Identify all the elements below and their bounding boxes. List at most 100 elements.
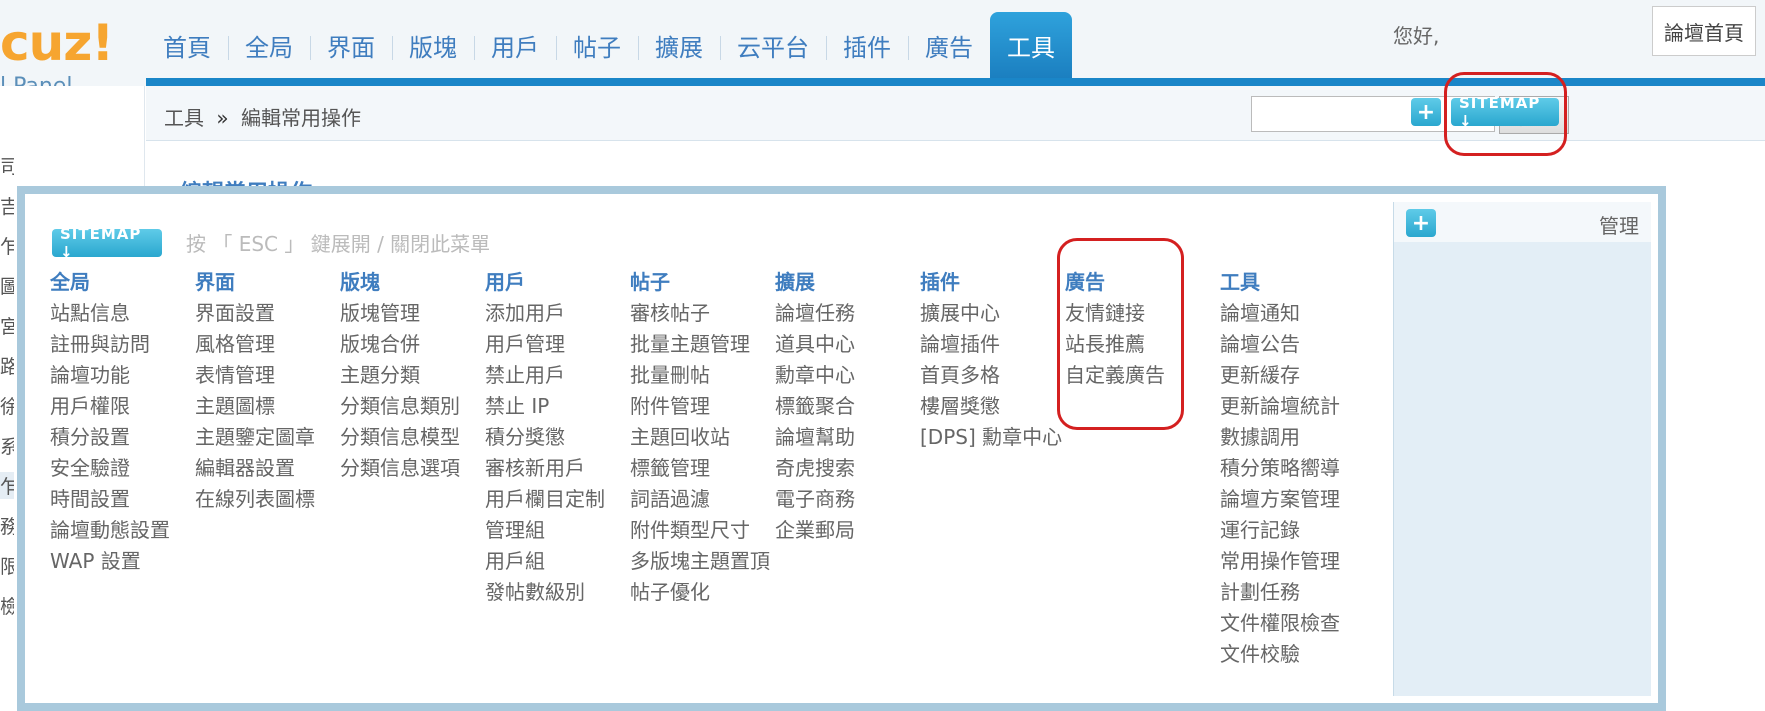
column-title[interactable]: 全局 bbox=[50, 266, 190, 298]
forum-home-button[interactable]: 論壇首頁 bbox=[1652, 6, 1756, 56]
nav-forum[interactable]: 版塊 bbox=[392, 12, 474, 78]
sitemap-link[interactable]: 審核帖子 bbox=[630, 298, 770, 329]
sitemap-link[interactable]: 附件類型尺寸 bbox=[630, 515, 770, 546]
sitemap-link[interactable]: 詞語過濾 bbox=[630, 484, 770, 515]
sitemap-link[interactable]: 分類信息模型 bbox=[340, 422, 480, 453]
sidebar-item[interactable]: 徐管 bbox=[0, 392, 14, 419]
sitemap-link[interactable]: 勳章中心 bbox=[775, 360, 915, 391]
sitemap-link[interactable]: 計劃任務 bbox=[1220, 577, 1360, 608]
sidebar-item[interactable]: 宮 bbox=[0, 312, 14, 339]
nav-interface[interactable]: 界面 bbox=[310, 12, 392, 78]
nav-cloud[interactable]: 云平台 bbox=[720, 12, 826, 78]
sitemap-link[interactable]: 文件校驗 bbox=[1220, 639, 1360, 670]
sitemap-link[interactable]: 分類信息選項 bbox=[340, 453, 480, 484]
sitemap-link[interactable]: 管理組 bbox=[485, 515, 625, 546]
column-title[interactable]: 用戶 bbox=[485, 266, 625, 298]
sitemap-link[interactable]: 版塊管理 bbox=[340, 298, 480, 329]
sitemap-link[interactable]: 論壇插件 bbox=[920, 329, 1060, 360]
column-title[interactable]: 工具 bbox=[1220, 266, 1360, 298]
sitemap-link[interactable]: 分類信息類別 bbox=[340, 391, 480, 422]
sitemap-link[interactable]: 積分獎懲 bbox=[485, 422, 625, 453]
sitemap-link[interactable]: 安全驗證 bbox=[50, 453, 190, 484]
sitemap-link[interactable]: 積分設置 bbox=[50, 422, 190, 453]
sidebar-item[interactable]: 吉 bbox=[0, 192, 14, 219]
nav-home[interactable]: 首頁 bbox=[146, 12, 228, 78]
sitemap-link[interactable]: 運行記錄 bbox=[1220, 515, 1360, 546]
nav-global[interactable]: 全局 bbox=[228, 12, 310, 78]
sidebar-item[interactable]: 乍 bbox=[0, 232, 14, 259]
sitemap-link[interactable]: 表情管理 bbox=[195, 360, 335, 391]
sitemap-link[interactable]: 編輯器設置 bbox=[195, 453, 335, 484]
sitemap-link[interactable]: 用戶組 bbox=[485, 546, 625, 577]
sitemap-link[interactable]: 批量主題管理 bbox=[630, 329, 770, 360]
sitemap-link[interactable]: 主題分類 bbox=[340, 360, 480, 391]
sidebar-item[interactable]: 務 bbox=[0, 512, 14, 539]
sitemap-link[interactable]: 用戶欄目定制 bbox=[485, 484, 625, 515]
sitemap-link[interactable]: 在線列表圖標 bbox=[195, 484, 335, 515]
sitemap-link[interactable]: 文件權限檢查 bbox=[1220, 608, 1360, 639]
sitemap-link[interactable]: 添加用戶 bbox=[485, 298, 625, 329]
sitemap-link[interactable]: 用戶管理 bbox=[485, 329, 625, 360]
sitemap-link[interactable]: 論壇公告 bbox=[1220, 329, 1360, 360]
sitemap-link[interactable]: 界面設置 bbox=[195, 298, 335, 329]
sitemap-link[interactable]: 企業郵局 bbox=[775, 515, 915, 546]
sitemap-link[interactable]: 論壇幫助 bbox=[775, 422, 915, 453]
sitemap-link[interactable]: 電子商務 bbox=[775, 484, 915, 515]
sitemap-link[interactable]: 論壇動態設置 bbox=[50, 515, 190, 546]
sitemap-link[interactable]: 風格管理 bbox=[195, 329, 335, 360]
sitemap-link[interactable]: 標籤聚合 bbox=[775, 391, 915, 422]
column-title[interactable]: 擴展 bbox=[775, 266, 915, 298]
sitemap-link[interactable]: 註冊與訪問 bbox=[50, 329, 190, 360]
sitemap-link[interactable]: 發帖數級別 bbox=[485, 577, 625, 608]
sitemap-link[interactable]: 時間設置 bbox=[50, 484, 190, 515]
sitemap-link[interactable]: 多版塊主題置頂 bbox=[630, 546, 770, 577]
sidebar-item[interactable]: 路徹 bbox=[0, 352, 14, 379]
sitemap-link[interactable]: 更新緩存 bbox=[1220, 360, 1360, 391]
sidebar-item[interactable]: 檢 bbox=[0, 592, 14, 619]
sitemap-link[interactable]: 首頁多格 bbox=[920, 360, 1060, 391]
sitemap-link[interactable]: 道具中心 bbox=[775, 329, 915, 360]
sitemap-link[interactable]: 版塊合併 bbox=[340, 329, 480, 360]
sitemap-link[interactable]: 批量刪帖 bbox=[630, 360, 770, 391]
add-shortcut-panel-button[interactable]: + bbox=[1406, 209, 1436, 237]
sitemap-link[interactable]: 審核新用戶 bbox=[485, 453, 625, 484]
sitemap-link[interactable]: 擴展中心 bbox=[920, 298, 1060, 329]
sitemap-link[interactable]: 用戶權限 bbox=[50, 391, 190, 422]
manage-link[interactable]: 管理 bbox=[1599, 210, 1639, 239]
sitemap-link[interactable]: 站點信息 bbox=[50, 298, 190, 329]
nav-extensions[interactable]: 擴展 bbox=[638, 12, 720, 78]
sitemap-link[interactable]: 禁止 IP bbox=[485, 391, 625, 422]
sitemap-link[interactable]: 禁止用戶 bbox=[485, 360, 625, 391]
sitemap-link[interactable]: 樓層獎懲 bbox=[920, 391, 1060, 422]
sitemap-link[interactable]: 主題鑒定圖章 bbox=[195, 422, 335, 453]
sitemap-link[interactable]: 帖子優化 bbox=[630, 577, 770, 608]
sitemap-link[interactable]: [DPS] 勳章中心 bbox=[920, 422, 1062, 453]
sidebar-item[interactable]: 限檢 bbox=[0, 552, 14, 579]
column-title[interactable]: 版塊 bbox=[340, 266, 480, 298]
nav-tools[interactable]: 工具 bbox=[990, 12, 1072, 78]
sitemap-link[interactable]: 更新論壇統計 bbox=[1220, 391, 1360, 422]
sidebar-item[interactable]: 司 bbox=[0, 152, 14, 179]
sitemap-link[interactable]: 常用操作管理 bbox=[1220, 546, 1360, 577]
nav-plugins[interactable]: 插件 bbox=[826, 12, 908, 78]
sitemap-link[interactable]: 主題回收站 bbox=[630, 422, 770, 453]
sitemap-link[interactable]: 奇虎搜索 bbox=[775, 453, 915, 484]
sitemap-link[interactable]: 數據調用 bbox=[1220, 422, 1360, 453]
sitemap-link[interactable]: 積分策略嚮導 bbox=[1220, 453, 1360, 484]
nav-posts[interactable]: 帖子 bbox=[556, 12, 638, 78]
column-title[interactable]: 插件 bbox=[920, 266, 1060, 298]
sitemap-link[interactable]: 附件管理 bbox=[630, 391, 770, 422]
sitemap-link[interactable]: 論壇通知 bbox=[1220, 298, 1360, 329]
sidebar-item-active[interactable]: 乍管 bbox=[0, 472, 14, 499]
breadcrumb-root[interactable]: 工具 bbox=[164, 106, 204, 130]
nav-ads[interactable]: 廣告 bbox=[908, 12, 990, 78]
sidebar-item[interactable]: 圖絲 bbox=[0, 272, 14, 299]
sitemap-link[interactable]: WAP 設置 bbox=[50, 546, 190, 577]
sitemap-link[interactable]: 主題圖標 bbox=[195, 391, 335, 422]
nav-users[interactable]: 用戶 bbox=[474, 12, 556, 78]
sitemap-toggle-button[interactable]: SITEMAP ↓ bbox=[52, 225, 162, 261]
column-title[interactable]: 帖子 bbox=[630, 266, 770, 298]
column-title[interactable]: 界面 bbox=[195, 266, 335, 298]
sidebar-item[interactable]: 系 bbox=[0, 432, 14, 459]
sitemap-link[interactable]: 論壇功能 bbox=[50, 360, 190, 391]
